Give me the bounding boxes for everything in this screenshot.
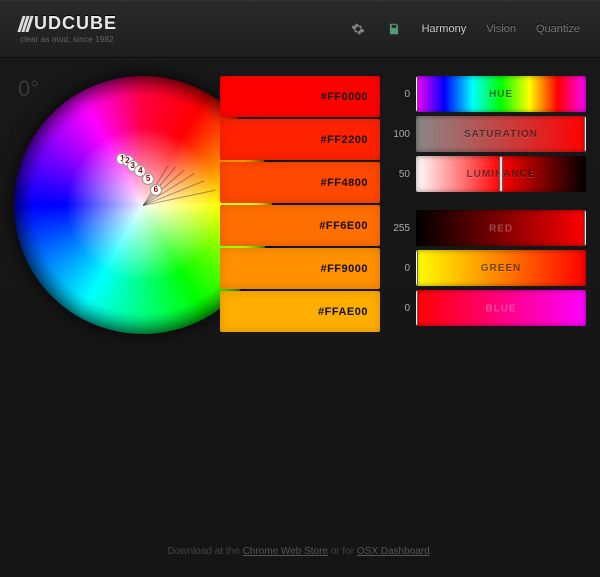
- brand-tagline: clear as mud, since 1982: [20, 35, 117, 44]
- saturation-control: 100 SATURATION: [388, 116, 586, 152]
- red-label: RED: [416, 210, 586, 246]
- lum-slider[interactable]: LUMINANCE: [416, 156, 586, 192]
- main: 0° 123456 #FF0000#FF2200#FF4800#FF6E00#F…: [0, 58, 600, 334]
- hue-label: HUE: [416, 76, 586, 112]
- red-handle[interactable]: [584, 210, 586, 246]
- hue-value: 0: [388, 89, 410, 100]
- swatch-4[interactable]: #FF6E00: [220, 205, 380, 246]
- green-control: 0 GREEN: [388, 250, 586, 286]
- blue-label: BLUE: [416, 290, 586, 326]
- nav: Harmony Vision Quantize: [350, 21, 580, 37]
- red-slider[interactable]: RED: [416, 210, 586, 246]
- brand-name: UDCUBE: [20, 13, 117, 34]
- lum-handle[interactable]: [499, 156, 503, 192]
- swatch-5[interactable]: #FF9000: [220, 248, 380, 289]
- green-slider[interactable]: GREEN: [416, 250, 586, 286]
- footer: Download at the Chrome Web Store or for …: [0, 546, 600, 557]
- green-handle[interactable]: [416, 250, 418, 286]
- swatch-list: #FF0000#FF2200#FF4800#FF6E00#FF9000#FFAE…: [220, 76, 380, 334]
- header: UDCUBE clear as mud, since 1982 Harmony …: [0, 0, 600, 58]
- nav-harmony[interactable]: Harmony: [422, 23, 467, 35]
- osx-dashboard-link[interactable]: OSX Dashboard: [357, 546, 430, 557]
- swatch-2[interactable]: #FF2200: [220, 119, 380, 160]
- gear-icon[interactable]: [350, 21, 366, 37]
- sat-handle[interactable]: [584, 116, 586, 152]
- logo[interactable]: UDCUBE clear as mud, since 1982: [20, 13, 117, 44]
- swatch-6[interactable]: #FFAE00: [220, 291, 380, 332]
- nav-quantize[interactable]: Quantize: [536, 23, 580, 35]
- brand-text: UDCUBE: [34, 13, 117, 34]
- green-label: GREEN: [416, 250, 586, 286]
- app-root: UDCUBE clear as mud, since 1982 Harmony …: [0, 0, 600, 577]
- chrome-store-link[interactable]: Chrome Web Store: [243, 546, 328, 557]
- red-value: 255: [388, 223, 410, 234]
- nav-vision[interactable]: Vision: [486, 23, 516, 35]
- sat-label: SATURATION: [416, 116, 586, 152]
- blue-handle[interactable]: [416, 290, 418, 326]
- hue-slider[interactable]: HUE: [416, 76, 586, 112]
- sat-slider[interactable]: SATURATION: [416, 116, 586, 152]
- save-icon[interactable]: [386, 21, 402, 37]
- sat-value: 100: [388, 129, 410, 140]
- blue-control: 0 BLUE: [388, 290, 586, 326]
- swatch-1[interactable]: #FF0000: [220, 76, 380, 117]
- red-control: 255 RED: [388, 210, 586, 246]
- lum-value: 50: [388, 169, 410, 180]
- hue-control: 0 HUE: [388, 76, 586, 112]
- green-value: 0: [388, 263, 410, 274]
- wheel-point-6[interactable]: 6: [150, 184, 162, 196]
- swatch-3[interactable]: #FF4800: [220, 162, 380, 203]
- hue-handle[interactable]: [416, 76, 418, 112]
- blue-slider[interactable]: BLUE: [416, 290, 586, 326]
- luminance-control: 50 LUMINANCE: [388, 156, 586, 192]
- blue-value: 0: [388, 303, 410, 314]
- controls: 0 HUE 100 SATURATION 50 LUMINANCE: [388, 76, 586, 334]
